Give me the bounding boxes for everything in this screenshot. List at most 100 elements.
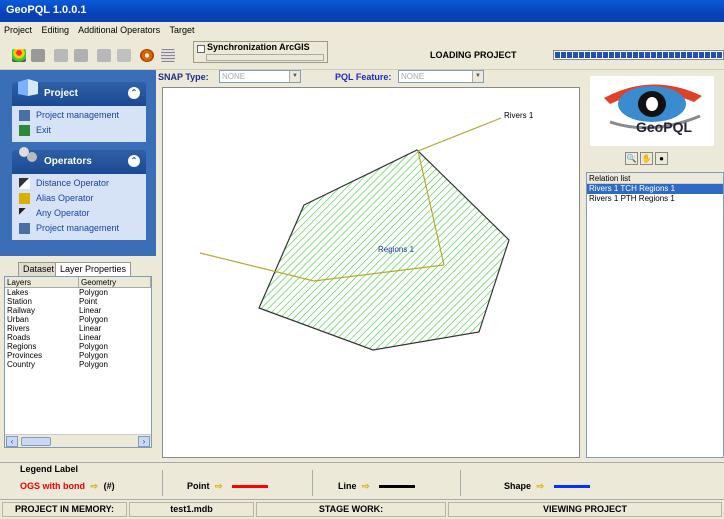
region-label: Regions 1 (378, 245, 415, 254)
legend-line: Line ⇨ (338, 481, 416, 492)
pan-hand-icon[interactable]: ✋ (640, 152, 653, 165)
progress-segment (573, 52, 578, 58)
table-row[interactable]: Rivers Linear (5, 324, 151, 333)
project-icon (19, 110, 30, 121)
edit-icon[interactable] (54, 49, 68, 62)
operators-section-header[interactable]: Operators ⌃ (12, 147, 146, 174)
chevron-up-icon[interactable]: ⌃ (128, 155, 140, 167)
progress-segment (639, 52, 644, 58)
layer-name: Station (7, 297, 32, 306)
operators-icon (19, 147, 37, 162)
map-drawing[interactable]: Rivers 1 Regions 1 (163, 88, 579, 457)
relation-list-header: Relation list (587, 173, 723, 184)
table-row[interactable]: Country Polygon (5, 360, 151, 369)
progress-segment (591, 52, 596, 58)
legend-ogs-label: OGS with bond (20, 481, 85, 491)
alias-icon (19, 193, 30, 204)
layer-name: Roads (7, 333, 31, 342)
traffic-light-icon[interactable] (12, 49, 26, 62)
column-header-layers[interactable]: Layers (5, 277, 79, 287)
relation-item[interactable]: Rivers 1 TCH Regions 1 (587, 184, 723, 194)
arrow-right-icon: ⇨ (362, 481, 370, 491)
sidebar-item-distance-operator[interactable]: Distance Operator (12, 176, 146, 191)
sidebar-item-label: Project management (36, 110, 120, 120)
menu-bar: Project Editing Additional Operators Tar… (0, 22, 724, 38)
project-section-header[interactable]: Project ⌃ (12, 79, 146, 106)
sidebar-item-exit[interactable]: Exit (12, 123, 146, 138)
progress-segment (705, 52, 710, 58)
sidebar-item-label: Distance Operator (36, 178, 110, 188)
progress-segment (567, 52, 572, 58)
pql-feature-value: NONE (401, 72, 425, 81)
tab-layer-properties[interactable]: Layer Properties (55, 262, 132, 276)
status-memory-label: PROJECT IN MEMORY: (2, 502, 127, 517)
layer-geometry: Polygon (79, 360, 108, 369)
pql-feature-select[interactable]: NONE ▼ (398, 70, 484, 83)
sidebar-item-any-operator[interactable]: Any Operator (12, 206, 146, 221)
progress-segment (699, 52, 704, 58)
table-row[interactable]: Lakes Polygon (5, 288, 151, 297)
legend-divider (312, 470, 313, 496)
line-icon[interactable] (117, 49, 131, 62)
chevron-down-icon[interactable]: ▼ (472, 71, 483, 82)
scroll-left-icon[interactable]: ‹ (6, 436, 18, 447)
grid-icon[interactable] (161, 49, 175, 62)
tab-dataset[interactable]: Dataset (18, 262, 60, 276)
relation-item[interactable]: Rivers 1 PTH Regions 1 (587, 194, 723, 204)
table-row[interactable]: Regions Polygon (5, 342, 151, 351)
menu-editing[interactable]: Editing (42, 25, 70, 35)
loading-progress-bar (553, 50, 724, 60)
legend-line-swatch (379, 485, 416, 489)
table-row[interactable]: Station Point (5, 297, 151, 306)
progress-segment (645, 52, 650, 58)
layer-name: Urban (7, 315, 29, 324)
chevron-up-icon[interactable]: ⌃ (128, 87, 140, 99)
table-row[interactable]: Provinces Polygon (5, 351, 151, 360)
progress-segment (615, 52, 620, 58)
map-canvas[interactable]: Rivers 1 Regions 1 (162, 87, 580, 458)
menu-target[interactable]: Target (169, 25, 194, 35)
progress-segment (621, 52, 626, 58)
pen-icon[interactable] (74, 49, 88, 62)
sidebar-item-project-management-2[interactable]: Project management (12, 221, 146, 236)
chevron-down-icon[interactable]: ▼ (289, 71, 300, 82)
legend-line-label: Line (338, 481, 357, 491)
legend-divider (162, 470, 163, 496)
river-label: Rivers 1 (504, 111, 534, 120)
project-section-body: Project management Exit (12, 106, 146, 142)
target-icon[interactable] (140, 49, 154, 62)
menu-additional-operators[interactable]: Additional Operators (78, 25, 160, 35)
legend-shape-swatch (553, 485, 590, 489)
table-row[interactable]: Urban Polygon (5, 315, 151, 324)
zoom-icon[interactable]: 🔍 (625, 152, 638, 165)
horizontal-scrollbar[interactable]: ‹ › (5, 434, 151, 447)
progress-segment (657, 52, 662, 58)
sync-checkbox[interactable] (197, 45, 205, 53)
book-icon (18, 79, 38, 96)
pin-icon[interactable] (97, 49, 111, 62)
table-row[interactable]: Roads Linear (5, 333, 151, 342)
scroll-right-icon[interactable]: › (138, 436, 150, 447)
relation-list: Relation list Rivers 1 TCH Regions 1 Rive… (586, 172, 724, 458)
layer-name: Regions (7, 342, 37, 351)
arrow-right-icon: ⇨ (90, 481, 99, 491)
layer-name: Country (7, 360, 36, 369)
tab-strip: Dataset Layer Properties (0, 260, 156, 276)
layer-geometry: Linear (79, 324, 102, 333)
operators-section-body: Distance Operator Alias Operator Any Ope… (12, 174, 146, 240)
disk-icon[interactable] (31, 49, 45, 62)
snap-type-label: SNAP Type: (158, 72, 209, 82)
sidebar-item-project-management[interactable]: Project management (12, 108, 146, 123)
status-file: test1.mdb (129, 502, 254, 517)
sidebar-item-label: Exit (36, 125, 52, 135)
menu-project[interactable]: Project (4, 25, 32, 35)
progress-segment (681, 52, 686, 58)
column-header-geometry[interactable]: Geometry (79, 277, 151, 287)
scroll-thumb[interactable] (21, 437, 51, 446)
sidebar-item-label: Alias Operator (36, 193, 94, 203)
progress-segment (675, 52, 680, 58)
table-row[interactable]: Railway Linear (5, 306, 151, 315)
sidebar-item-alias-operator[interactable]: Alias Operator (12, 191, 146, 206)
snap-type-select[interactable]: NONE ▼ (219, 70, 301, 83)
globe-icon[interactable]: ● (655, 152, 668, 165)
